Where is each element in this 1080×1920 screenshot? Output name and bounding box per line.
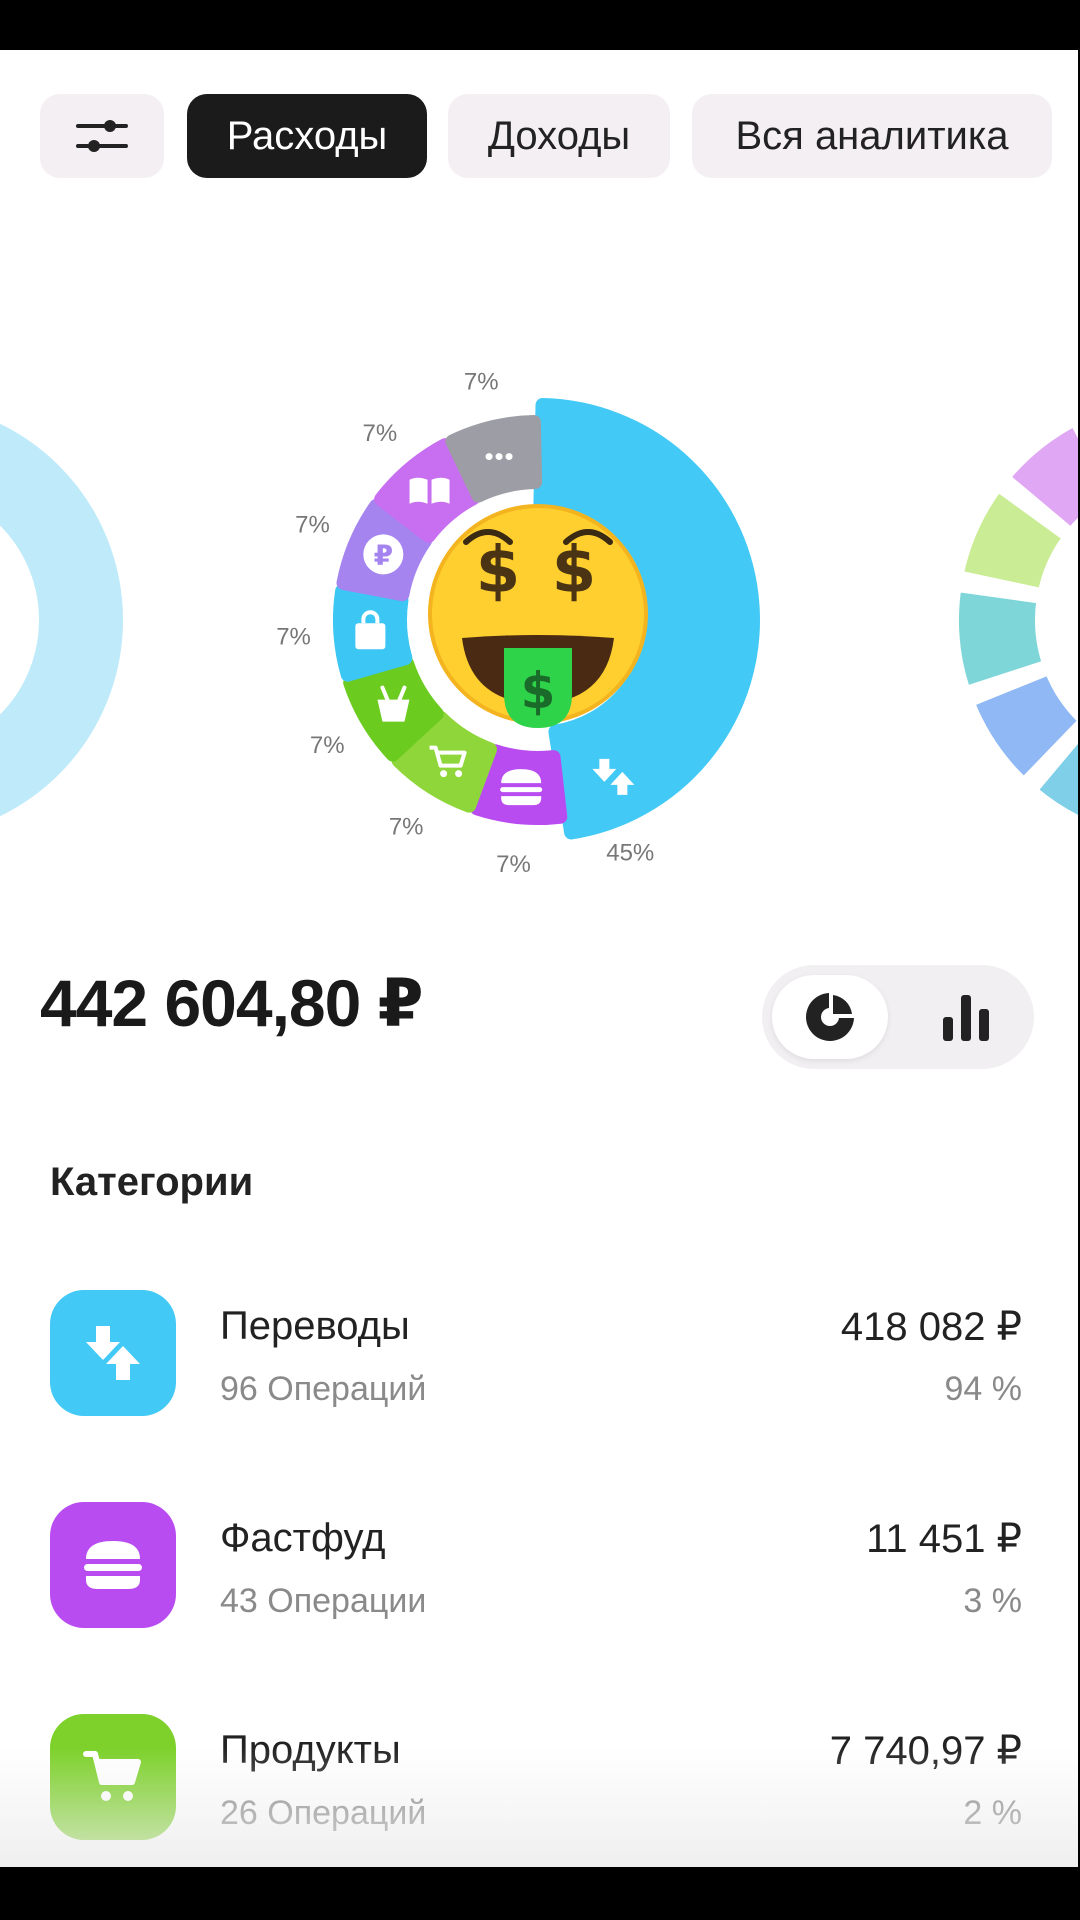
svg-text:$: $: [552, 534, 597, 608]
chart-view-toggle: [762, 965, 1034, 1069]
svg-text:$: $: [521, 662, 556, 720]
prev-chart-ring: [0, 423, 123, 817]
slice-percent-label: 45%: [606, 839, 654, 866]
category-amount: 11 451 ₽: [866, 1517, 1022, 1561]
svg-text:$: $: [476, 534, 521, 608]
ruble-icon: ₽: [363, 534, 404, 575]
slice-percent-label: 7%: [276, 623, 311, 650]
tab-income[interactable]: Доходы: [448, 94, 670, 178]
slice-percent-label: 7%: [362, 420, 397, 447]
cart-icon: [50, 1714, 176, 1840]
category-name: Переводы: [220, 1304, 410, 1348]
total-amount: 442 604,80 ₽: [40, 966, 424, 1040]
slice-percent-label: 7%: [496, 851, 531, 878]
tab-expenses[interactable]: Расходы: [187, 94, 427, 178]
category-ops-count: 43 Операции: [220, 1582, 427, 1620]
donut-chart-carousel[interactable]: ₽45% 7% 7% 7% 7% 7% 7% 7% $ $ $: [0, 240, 1078, 940]
svg-text:₽: ₽: [374, 538, 393, 571]
sliders-icon: [76, 120, 128, 152]
tab-all-analytics[interactable]: Вся аналитика: [692, 94, 1052, 178]
pie-view-button[interactable]: [772, 975, 888, 1059]
burger-icon: [500, 769, 543, 806]
category-name: Фастфуд: [220, 1516, 386, 1560]
category-row-fastfood[interactable]: Фастфуд 43 Операции 11 451 ₽ 3 %: [0, 1502, 1078, 1632]
categories-title: Категории: [50, 1160, 254, 1204]
category-percent: 2 %: [963, 1794, 1022, 1832]
bar-view-button[interactable]: [908, 975, 1024, 1059]
slice-percent-label: 7%: [464, 369, 499, 396]
more-icon: [485, 453, 513, 461]
category-percent: 94 %: [944, 1370, 1023, 1408]
slice-percent-label: 7%: [295, 511, 330, 538]
bar-chart-icon: [943, 995, 989, 1041]
donut-chart: ₽45%7%7%7%7%7%7%7%$ $$: [0, 369, 1078, 878]
category-row-transfers[interactable]: Переводы 96 Операций 418 082 ₽ 94 %: [0, 1290, 1078, 1420]
slice-percent-label: 7%: [389, 814, 424, 841]
analytics-screen: Расходы Доходы Вся аналитика ₽45% 7% 7% 7% 7…: [0, 50, 1078, 1867]
category-amount: 418 082 ₽: [840, 1305, 1022, 1349]
transfer-icon: [50, 1290, 176, 1416]
category-row-groceries[interactable]: Продукты 26 Операций 7 740,97 ₽ 2 %: [0, 1714, 1078, 1844]
filter-button[interactable]: [40, 94, 164, 178]
category-amount: 7 740,97 ₽: [829, 1729, 1022, 1773]
category-ops-count: 26 Операций: [220, 1794, 427, 1832]
category-percent: 3 %: [963, 1582, 1022, 1620]
category-name: Продукты: [220, 1728, 401, 1772]
tab-bar: Расходы Доходы Вся аналитика: [40, 94, 1078, 178]
next-chart-segment: [953, 586, 1048, 692]
burger-icon: [50, 1502, 176, 1628]
pie-chart-icon: [806, 991, 856, 1041]
slice-percent-label: 7%: [310, 732, 345, 759]
category-ops-count: 96 Операций: [220, 1370, 427, 1408]
